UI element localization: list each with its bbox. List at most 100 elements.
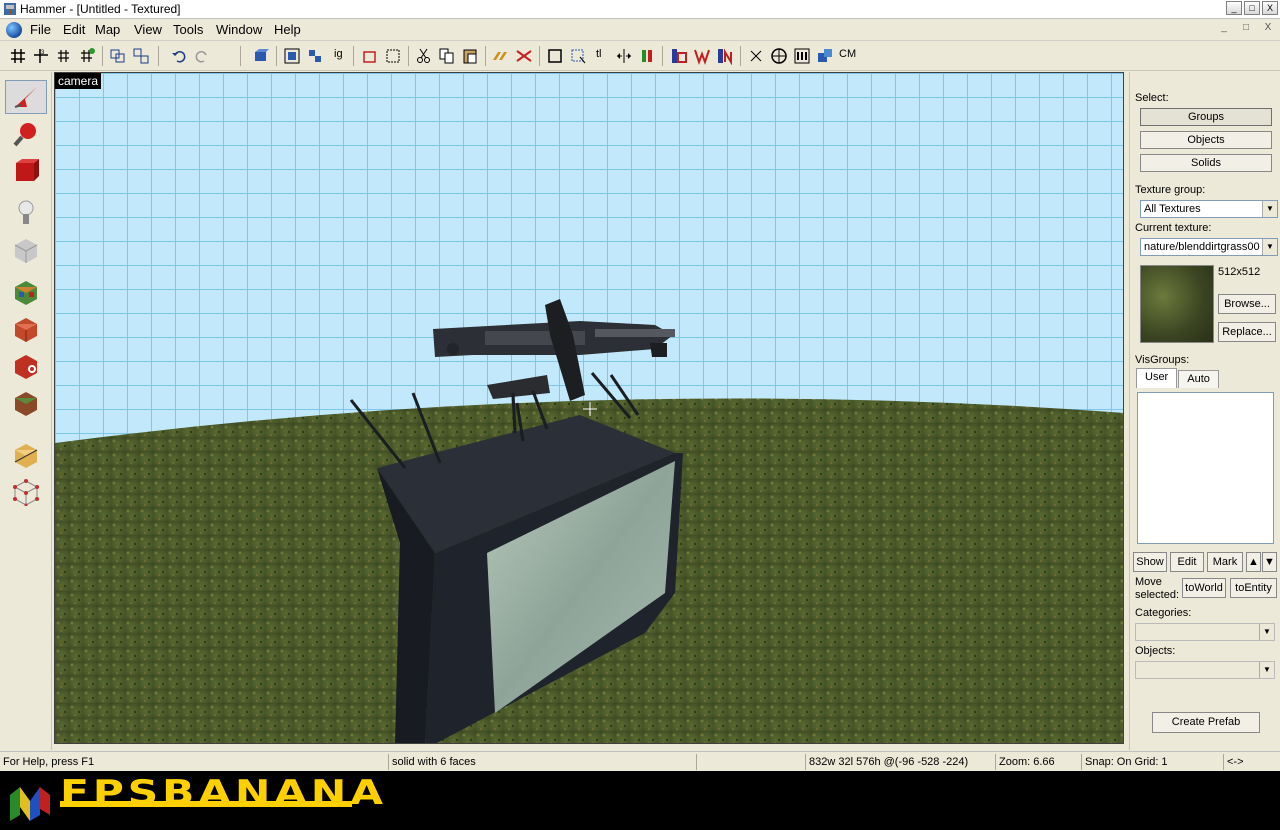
larger-grid-icon[interactable] xyxy=(78,47,96,65)
texture-scale-lock-icon[interactable] xyxy=(384,47,402,65)
texture-group-value: All Textures xyxy=(1144,203,1201,215)
browse-button[interactable]: Browse... xyxy=(1218,294,1276,314)
visgroups-label: VisGroups: xyxy=(1135,354,1190,366)
clipping-tool-button[interactable] xyxy=(5,438,47,472)
texture-lock-icon[interactable] xyxy=(361,47,379,65)
status-zoom: Zoom: 6.66 xyxy=(995,754,1079,770)
menu-window[interactable]: Window xyxy=(216,22,262,37)
close-button[interactable]: X xyxy=(1262,1,1278,15)
move-up-icon[interactable]: ▲ xyxy=(1246,552,1261,572)
copy-icon[interactable] xyxy=(438,47,456,65)
categories-label: Categories: xyxy=(1135,607,1192,619)
toggle-helpers-icon[interactable] xyxy=(492,47,510,65)
selection-tool-button[interactable] xyxy=(5,80,47,114)
hide-selected-icon[interactable] xyxy=(283,47,301,65)
texture-preview[interactable] xyxy=(1140,265,1214,343)
mark-button[interactable]: Mark xyxy=(1207,552,1243,572)
paste-icon[interactable] xyxy=(461,47,479,65)
vertex-manipulation-icon[interactable] xyxy=(747,47,765,65)
scene-render xyxy=(55,299,1123,743)
group-icon[interactable] xyxy=(109,47,127,65)
ungroup-icon[interactable] xyxy=(132,47,150,65)
texture-application-tool-button[interactable] xyxy=(5,275,47,309)
texture-group-dropdown[interactable]: All Textures ▼ xyxy=(1140,200,1278,218)
overlay-tool-button[interactable] xyxy=(5,386,47,420)
ignore-groups-button[interactable]: ig xyxy=(334,48,343,60)
lightbulb-icon xyxy=(18,200,34,224)
logo-underline xyxy=(60,801,352,807)
minimize-button[interactable]: _ xyxy=(1226,1,1242,15)
to-world-button[interactable]: toWorld xyxy=(1182,578,1226,598)
texture-group-label: Texture group: xyxy=(1135,184,1206,196)
title-bar: Hammer - [Untitled - Textured] _ □ X xyxy=(0,0,1280,19)
mdi-restore-button[interactable]: □ xyxy=(1238,22,1254,36)
categories-dropdown[interactable]: ▼ xyxy=(1135,623,1275,641)
cut-icon[interactable] xyxy=(415,47,433,65)
texture-browser-icon[interactable] xyxy=(793,47,811,65)
main-toolbar: 3 ig tl CM xyxy=(0,41,1280,71)
maximize-button[interactable]: □ xyxy=(1244,1,1260,15)
apply-texture-tool-button[interactable] xyxy=(5,312,47,346)
redo-icon[interactable] xyxy=(193,47,211,65)
tab-user[interactable]: User xyxy=(1136,368,1178,388)
cordon-icon[interactable] xyxy=(770,47,788,65)
flip-horizontal-icon[interactable] xyxy=(615,47,633,65)
current-texture-value: nature/blenddirtgrass00 xyxy=(1144,241,1260,253)
select-groups-button[interactable]: Groups xyxy=(1140,108,1272,126)
move-down-icon[interactable]: ▼ xyxy=(1262,552,1277,572)
brush-entity-icon[interactable] xyxy=(670,47,688,65)
cordon-mode-button[interactable]: CM xyxy=(839,48,856,60)
replace-button[interactable]: Replace... xyxy=(1218,322,1276,342)
carve-icon[interactable] xyxy=(252,47,270,65)
decal-tool-button[interactable] xyxy=(5,349,47,383)
tab-auto[interactable]: Auto xyxy=(1178,370,1219,388)
viewport-label[interactable]: camera xyxy=(55,73,102,89)
status-empty xyxy=(696,754,802,770)
vertex-tool-button[interactable] xyxy=(5,475,47,509)
current-texture-dropdown[interactable]: nature/blenddirtgrass00 ▼ xyxy=(1140,238,1278,256)
smaller-grid-icon[interactable] xyxy=(55,47,73,65)
toggle-models-icon[interactable] xyxy=(515,47,533,65)
magnify-tool-button[interactable] xyxy=(5,117,47,151)
create-prefab-button[interactable]: Create Prefab xyxy=(1152,712,1260,733)
flip-vertical-icon[interactable] xyxy=(638,47,656,65)
grid-toggle-icon[interactable] xyxy=(9,47,27,65)
objects-dropdown[interactable]: ▼ xyxy=(1135,661,1275,679)
move-to-world-icon[interactable] xyxy=(716,47,734,65)
to-entity-button[interactable]: toEntity xyxy=(1230,578,1277,598)
point-entity-icon[interactable] xyxy=(693,47,711,65)
select-objects-button[interactable]: Objects xyxy=(1140,131,1272,149)
document-globe-icon[interactable] xyxy=(6,22,22,38)
menu-file[interactable]: File xyxy=(30,22,51,37)
camera-viewport[interactable]: camera xyxy=(54,72,1124,744)
visgroup-list[interactable] xyxy=(1137,392,1274,544)
selection-arrow-icon xyxy=(14,87,37,108)
menu-map[interactable]: Map xyxy=(95,22,120,37)
menu-view[interactable]: View xyxy=(134,22,162,37)
tool-palette xyxy=(0,72,52,750)
block-tool-button[interactable] xyxy=(5,233,47,267)
status-snap: Snap: On Grid: 1 xyxy=(1081,754,1221,770)
camera-tool-button[interactable] xyxy=(5,154,47,188)
menu-help[interactable]: Help xyxy=(274,22,301,37)
edit-visgroup-button[interactable]: Edit xyxy=(1170,552,1204,572)
menu-tools[interactable]: Tools xyxy=(173,22,203,37)
undo-icon[interactable] xyxy=(170,47,188,65)
mdi-close-button[interactable]: X xyxy=(1260,22,1276,36)
select-by-handles-icon[interactable] xyxy=(569,47,587,65)
overlay-icon[interactable] xyxy=(816,47,834,65)
selection-box-icon[interactable] xyxy=(546,47,564,65)
clipping-icon xyxy=(14,444,38,468)
grid-3d-icon[interactable]: 3 xyxy=(32,47,50,65)
visgroup-tabs: User Auto xyxy=(1136,368,1220,388)
entity-tool-button[interactable] xyxy=(5,196,47,230)
show-button[interactable]: Show xyxy=(1133,552,1167,572)
texture-size: 512x512 xyxy=(1218,266,1261,278)
n64-logo-icon xyxy=(10,787,50,821)
chevron-down-icon: ▼ xyxy=(1259,662,1274,678)
mdi-minimize-button[interactable]: _ xyxy=(1216,22,1232,36)
menu-edit[interactable]: Edit xyxy=(63,22,85,37)
texture-lock-button[interactable]: tl xyxy=(596,48,602,60)
select-solids-button[interactable]: Solids xyxy=(1140,154,1272,172)
hide-unselected-icon[interactable] xyxy=(306,47,324,65)
